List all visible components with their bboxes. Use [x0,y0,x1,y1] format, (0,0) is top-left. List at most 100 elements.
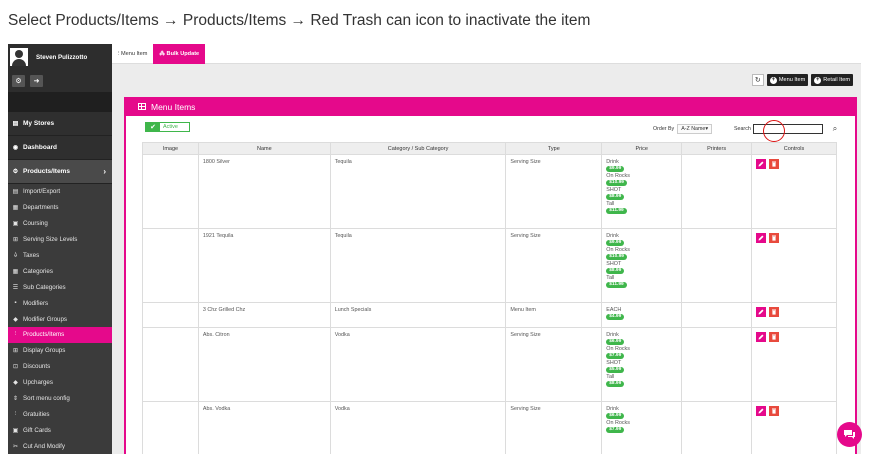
type-cell: Serving Size [505,327,603,402]
price-badge: $9.99 [606,166,625,172]
gratuities-icon: ⫶ [14,410,17,417]
price-cell: Drink $6.99 On Rocks $7.99 SHOT $5.99 Tall $8.9… [601,327,683,402]
settings-icon[interactable]: ⚙ [12,75,25,87]
sidebar-item-sub-categories[interactable]: ☰ Sub Categories [8,279,112,295]
sidebar-item-upcharges[interactable]: ◆ Upcharges [8,375,112,391]
edit-button[interactable] [756,406,767,416]
sidebar-main-my-stores[interactable]: ▤ My Stores [8,112,112,136]
price-badge: $11.99 [606,282,627,288]
sidebar-item-label: Cut And Modify [23,442,65,450]
trash-button[interactable] [769,233,780,243]
price-badge-wrap: $10.99 [606,179,677,187]
plus-icon: + [769,76,777,84]
trash-button[interactable] [769,159,780,169]
tab-bar: ⫶ Menu Item ⁂ Bulk Update [112,44,861,64]
sidebar-item-taxes[interactable]: ⍙ Taxes [8,248,112,264]
table-row: Abs. Vodka Vodka Serving Size Drink $6.99 On … [142,401,837,454]
sidebar-item-gift-cards[interactable]: ▣ Gift Cards [8,422,112,438]
instruction-caption: Select Products/Items → Products/Items →… [8,12,591,29]
import-icon: ▤ [12,189,19,196]
header-category: Category / Sub Category [329,142,507,155]
order-by: Order By A-Z Name▾ [653,124,712,134]
logout-icon[interactable]: ➜ [30,75,43,87]
edit-button[interactable] [756,332,767,342]
price-cell: Drink $9.99 On Rocks $10.99 SHOT $8.99 Tall $11… [601,228,683,303]
order-by-select[interactable]: A-Z Name▾ [677,124,712,134]
image-cell [142,302,199,328]
table-row: 1800 Silver Tequila Serving Size Drink $9.99… [142,154,837,229]
price-badge-wrap: $5.99 [606,366,677,374]
sidebar-item-discounts[interactable]: ⊡ Discounts [8,359,112,375]
sidebar-item-label: Sub Categories [23,283,66,291]
refresh-button[interactable]: ↻ [751,74,764,86]
price-badge: $11.99 [606,208,627,214]
sidebar-item-modifier-groups[interactable]: ◆ Modifier Groups [8,311,112,327]
sidebar-item-label: Serving Size Levels [23,236,78,244]
dashboard-icon: ◉ [12,145,19,151]
products-icon: ⚙ [12,169,19,175]
table-icon [138,103,146,110]
price-badge-wrap: $6.99 [606,412,677,420]
trash-button[interactable] [769,406,780,416]
plus-icon: + [814,76,822,84]
edit-button[interactable] [756,159,767,169]
sidebar-main-dashboard[interactable]: ◉ Dashboard [8,136,112,160]
price-badge-wrap: $9.99 [606,165,677,173]
sidebar-item-cut-and-modify[interactable]: ✂ Cut And Modify [8,438,112,454]
sidebar-item-import-export[interactable]: ▤ Import/Export [8,184,112,200]
search-group: Search ⌕ [734,124,837,134]
header-image: Image [142,142,199,155]
pencil-icon [758,408,764,414]
search-icon[interactable]: ⌕ [833,124,837,134]
edit-button[interactable] [756,233,767,243]
sidebar-item-gratuities[interactable]: ⫶ Gratuities [8,406,112,422]
active-toggle[interactable]: ✔ Active [145,122,190,132]
controls [756,406,832,416]
sidebar-item-sort-menu-config[interactable]: ⇕ Sort menu config [8,391,112,407]
sort-icon: ⇕ [12,396,19,403]
trash-button[interactable] [769,307,780,317]
price-cell: Drink $6.99 On Rocks $7.99 [601,401,683,454]
price-badge-wrap: $6.99 [606,338,677,346]
header-controls: Controls [751,142,837,155]
name-cell: Abs. Citron [197,327,331,402]
display-groups-icon: ⊞ [12,348,19,355]
sidebar-item-label: Upcharges [23,379,53,387]
trash-button[interactable] [769,332,780,342]
printers-cell [681,228,753,303]
controls [756,332,832,342]
sidebar-item-label: Gift Cards [23,426,51,434]
edit-button[interactable] [756,307,767,317]
coursing-icon: ▣ [12,221,19,228]
image-cell [142,154,199,229]
table-row: 3 Chz Grilled Chz Lunch Specials Menu Item… [142,302,837,328]
sidebar-main-products-items[interactable]: ⚙ Products/Items › [8,160,112,184]
search-label: Search [734,126,751,132]
sidebar-item-categories[interactable]: ▦ Categories [8,263,112,279]
price-badge-wrap: $9.99 [606,239,677,247]
order-by-label: Order By [653,126,675,132]
price-badge: $7.99 [606,427,625,433]
sidebar: Steven Pulizzotto ⚙ ➜ ▤ My Stores ◉ Dashboa… [8,44,112,454]
add-retail-item-button[interactable]: + Retail Item [811,74,853,86]
name-cell: 1800 Silver [197,154,331,229]
sidebar-item-label: Discounts [23,363,51,371]
sidebar-item-display-groups[interactable]: ⊞ Display Groups [8,343,112,359]
chat-button[interactable] [837,422,862,447]
sidebar-item-modifiers[interactable]: ▪ Modifiers [8,295,112,311]
price-badge-wrap: $11.99 [606,281,677,289]
menu-items-panel: Menu Items ✔ Active Order By A-Z Name▾ S… [124,97,857,454]
price-badge: $8.99 [606,268,625,274]
taxes-icon: ⍙ [13,252,18,258]
tab-bulk-update[interactable]: ⁂ Bulk Update [153,44,206,64]
sidebar-item-products-items[interactable]: ⫶ Products/Items [8,327,112,343]
printers-cell [681,302,753,328]
categories-icon: ▦ [12,268,19,275]
header-price: Price [601,142,683,155]
sidebar-item-coursing[interactable]: ▣ Coursing [8,216,112,232]
trash-icon [772,408,777,414]
sidebar-item-serving-size-levels[interactable]: ⊞ Serving Size Levels [8,232,112,248]
tab-menu-item[interactable]: ⫶ Menu Item [112,44,153,64]
add-menu-item-button[interactable]: + Menu Item [766,74,809,86]
sidebar-item-departments[interactable]: ▦ Departments [8,200,112,216]
